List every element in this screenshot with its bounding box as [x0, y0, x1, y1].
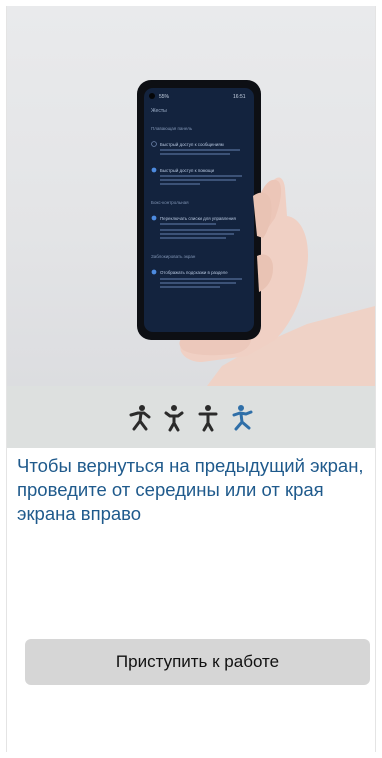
phone-status-left: 55% — [159, 94, 170, 100]
standing-figure-icon — [162, 404, 186, 432]
hand-holding-phone-image: 55% 16:51 Жесты Плавающая панель Быстрый… — [137, 80, 375, 386]
phone-section-2: Бокс-контрольная — [151, 200, 189, 205]
standing-figure-icon — [196, 404, 220, 432]
phone-section-3: Заблокировать экран — [151, 254, 196, 259]
start-work-button[interactable]: Приступить к работе — [25, 639, 370, 685]
phone-option-3: Переключать списки для управления — [160, 216, 236, 221]
phone-status-right: 16:51 — [233, 94, 246, 100]
phone-option-4: Отображать подсказки в разделе — [160, 270, 228, 275]
phone-section-1: Плавающая панель — [151, 126, 193, 131]
phone-option-1: Быстрый доступ к сообщениям — [160, 142, 224, 147]
app-frame: 55% 16:51 Жесты Плавающая панель Быстрый… — [6, 6, 376, 752]
tutorial-illustration: 55% 16:51 Жесты Плавающая панель Быстрый… — [7, 6, 375, 386]
instruction-text: Чтобы вернуться на предыдущий экран, про… — [17, 455, 364, 524]
step-indicator — [7, 401, 375, 435]
walking-figure-icon — [128, 404, 152, 432]
walking-figure-icon-active — [230, 404, 254, 432]
phone-title: Жесты — [151, 108, 167, 114]
phone-option-2: Быстрый доступ к помощи — [160, 168, 215, 173]
